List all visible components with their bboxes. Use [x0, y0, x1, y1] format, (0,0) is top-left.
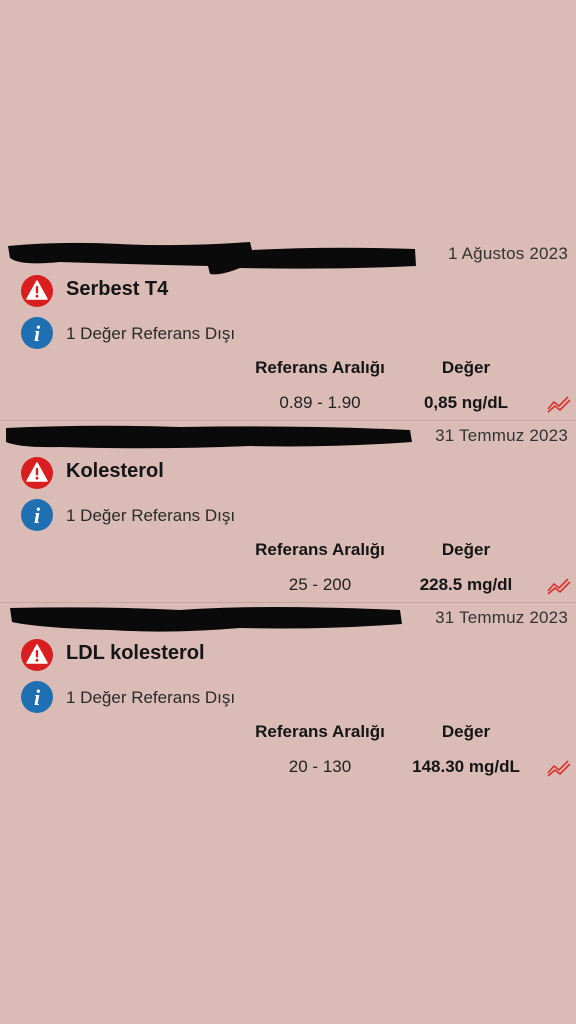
result-card-serbest-t4[interactable]: 1 Ağustos 2023 Serbest T4 i 1 Değer Refe…	[0, 240, 576, 416]
out-of-range-info: 1 Değer Referans Dışı	[66, 324, 236, 343]
redacted-patient-info	[10, 607, 402, 632]
reference-range-header: Referans Aralığı	[255, 540, 385, 559]
out-of-range-info: 1 Değer Referans Dışı	[66, 506, 236, 525]
test-name: Kolesterol	[66, 460, 164, 482]
result-date: 1 Ağustos 2023	[447, 244, 568, 263]
test-name: Serbest T4	[66, 278, 169, 300]
value-header: Değer	[441, 722, 491, 741]
divider	[0, 420, 576, 421]
trend-chart-icon[interactable]	[546, 392, 572, 414]
result-date: 31 Temmuz 2023	[435, 608, 568, 627]
info-icon: i	[21, 317, 53, 349]
out-of-range-info: 1 Değer Referans Dışı	[66, 688, 236, 707]
result-value: 0,85 ng/dL	[423, 393, 509, 412]
reference-range-value: 25 - 200	[288, 575, 352, 594]
svg-text:i: i	[34, 503, 41, 528]
value-header: Değer	[441, 358, 491, 377]
trend-chart-icon[interactable]	[546, 574, 572, 596]
result-card-kolesterol[interactable]: 31 Temmuz 2023 Kolesterol i 1 Değer Refe…	[0, 422, 576, 598]
reference-range-header: Referans Aralığı	[255, 358, 385, 377]
warning-icon	[21, 275, 53, 307]
test-name: LDL kolesterol	[66, 642, 205, 664]
svg-text:i: i	[34, 321, 41, 346]
redacted-patient-info	[6, 425, 412, 449]
result-card-ldl-kolesterol[interactable]: 31 Temmuz 2023 LDL kolesterol i 1 Değer …	[0, 604, 576, 780]
reference-range-value: 20 - 130	[288, 757, 352, 776]
result-value: 148.30 mg/dL	[412, 757, 520, 776]
divider	[0, 602, 576, 603]
result-date: 31 Temmuz 2023	[435, 426, 568, 445]
info-icon: i	[21, 681, 53, 713]
warning-icon	[21, 639, 53, 671]
info-icon: i	[21, 499, 53, 531]
redacted-patient-info	[8, 242, 416, 275]
warning-icon	[21, 457, 53, 489]
trend-chart-icon[interactable]	[546, 756, 572, 778]
value-header: Değer	[441, 540, 491, 559]
reference-range-header: Referans Aralığı	[255, 722, 385, 741]
reference-range-value: 0.89 - 1.90	[279, 393, 361, 412]
result-value: 228.5 mg/dl	[419, 575, 513, 594]
svg-text:i: i	[34, 685, 41, 710]
